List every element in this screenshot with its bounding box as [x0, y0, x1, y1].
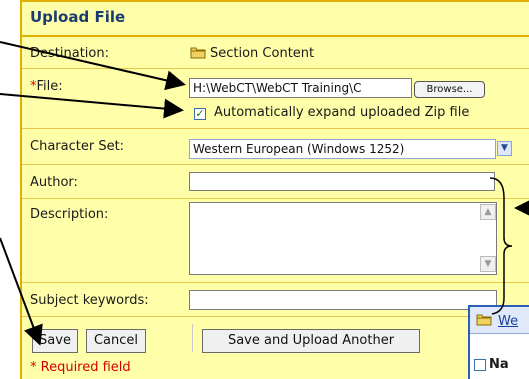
arrow-to-zip-checkbox [0, 93, 184, 119]
annotation-arrows [0, 41, 529, 346]
arrow-to-save-button [0, 237, 43, 346]
arrow-to-file-input [0, 41, 186, 91]
annotation-brace [489, 177, 513, 315]
